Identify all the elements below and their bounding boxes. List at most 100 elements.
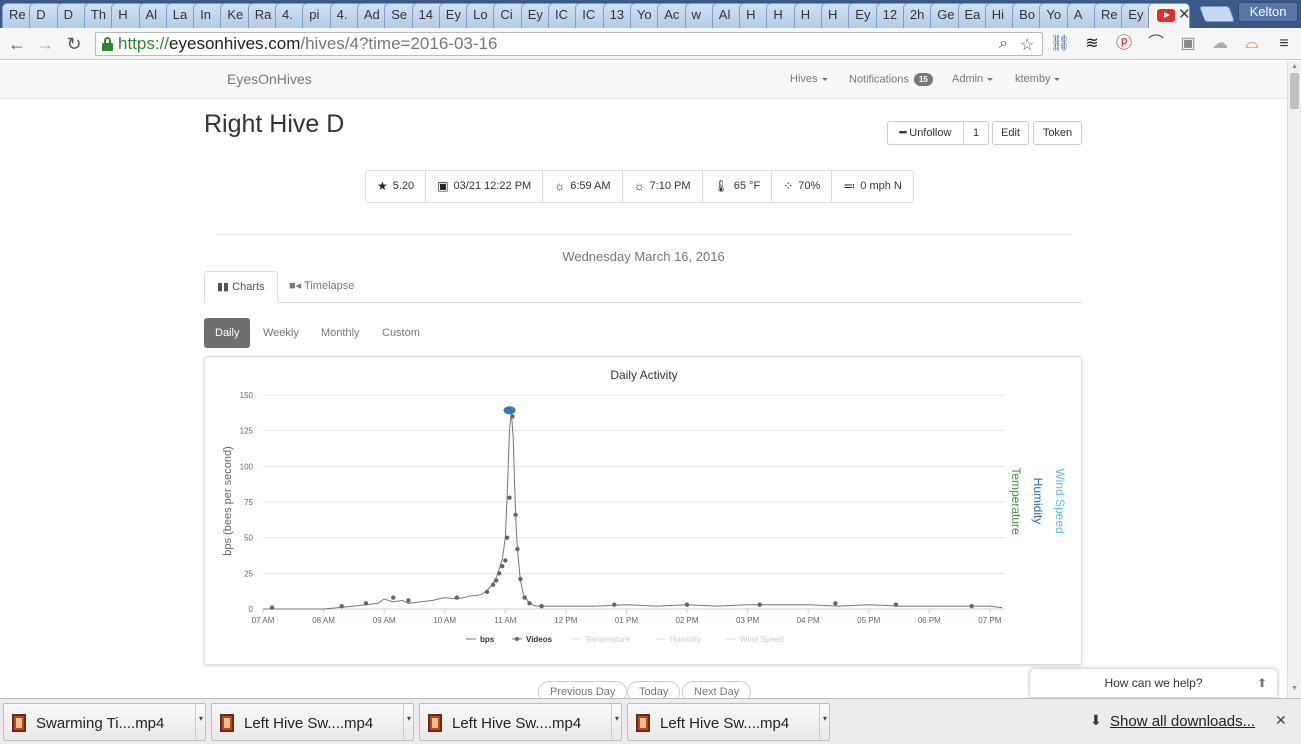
close-tab-icon[interactable]: ✕: [1178, 5, 1191, 23]
caret-down-icon: [821, 77, 828, 81]
stat-last-update-value: 03/21 12:22 PM: [453, 180, 532, 192]
stat-humidity-value: 70%: [798, 180, 821, 192]
browser-toolbar: ← → ↻ https://eyesonhives.com/hives/4?ti…: [0, 28, 1301, 60]
nav-hives[interactable]: Hives: [790, 73, 828, 85]
profile-button[interactable]: Kelton: [1238, 2, 1298, 22]
chart-series: [263, 406, 1003, 610]
extension-icon[interactable]: ▣: [1178, 34, 1198, 54]
chart-legend: bps Videos Temperature Humidity Wind Speed: [466, 635, 784, 644]
video-point: [391, 595, 396, 600]
sunset-icon: ☼: [633, 179, 645, 193]
period-daily[interactable]: Daily: [204, 318, 251, 348]
url-text[interactable]: https://eyesonhives.com/hives/4?time=201…: [118, 34, 497, 54]
help-label: How can we help?: [1104, 676, 1203, 690]
video-point: [612, 602, 617, 607]
download-menu-icon[interactable]: ▾: [403, 704, 414, 740]
star-icon: ★: [377, 179, 388, 193]
sunrise-icon: ☼: [554, 179, 566, 193]
video-point: [497, 571, 502, 576]
period-monthly[interactable]: Monthly: [310, 318, 371, 348]
video-point: [527, 601, 532, 606]
stat-last-update: ▣ 03/21 12:22 PM: [425, 171, 542, 202]
tab-timelapse[interactable]: ■◂ Timelapse: [277, 271, 366, 303]
hive-stats-bar: ★ 5.20 ▣ 03/21 12:22 PM ☼ 6:59 AM ☼ 7:10 PM …: [365, 170, 914, 203]
download-item[interactable]: Left Hive Sw....mp4 ▾: [211, 703, 414, 741]
period-custom[interactable]: Custom: [371, 318, 431, 348]
video-point: [454, 595, 460, 600]
y-tick-label: 50: [244, 534, 253, 543]
token-button[interactable]: Token: [1033, 121, 1082, 145]
extension-icon[interactable]: ⌒: [1146, 34, 1166, 54]
video-point: [500, 564, 505, 569]
y-tick-label: 25: [244, 569, 253, 578]
humidity-drops-icon: ⁘: [783, 179, 794, 193]
extension-icon[interactable]: ☁: [1210, 34, 1230, 54]
rainbow-extension-icon[interactable]: ⌓: [1242, 34, 1262, 54]
download-menu-icon[interactable]: ▾: [611, 704, 622, 740]
zoom-icon[interactable]: ⌕: [999, 35, 1008, 53]
bps-series-line: [263, 412, 1003, 610]
site-navbar: EyesOnHives Hives Notifications 15 Admin…: [0, 61, 1287, 99]
nav-hives-label: Hives: [790, 73, 818, 85]
close-shelf-icon[interactable]: ✕: [1275, 712, 1287, 729]
nav-admin[interactable]: Admin: [952, 73, 994, 85]
edit-button[interactable]: Edit: [992, 121, 1029, 145]
url-scheme: https://: [118, 34, 170, 53]
follow-count[interactable]: 1: [964, 121, 989, 145]
notifications-badge: 15: [913, 73, 933, 86]
bookmark-star-icon[interactable]: ☆: [1020, 35, 1034, 55]
nav-notifications-label: Notifications: [849, 73, 909, 86]
download-item[interactable]: Swarming Ti....mp4 ▾: [3, 703, 206, 741]
pinterest-icon[interactable]: ⓟ: [1114, 34, 1134, 54]
menu-icon[interactable]: ≡: [1274, 34, 1294, 54]
url-host: eyesonhives.com: [169, 34, 301, 53]
video-point: [513, 512, 518, 518]
video-file-icon: [12, 714, 26, 732]
download-menu-icon[interactable]: ▾: [195, 704, 206, 740]
wind-icon: ≕: [843, 179, 856, 193]
download-item[interactable]: Left Hive Sw....mp4 ▾: [627, 703, 830, 741]
download-menu-icon[interactable]: ▾: [819, 704, 830, 740]
period-weekly[interactable]: Weekly: [252, 318, 310, 348]
reload-icon[interactable]: ↻: [62, 32, 86, 56]
nav-user[interactable]: ktemby: [1015, 73, 1061, 85]
stat-wind-value: 0 mph N: [860, 180, 902, 192]
forward-icon[interactable]: →: [33, 32, 57, 56]
url-path: /hives/4?time=2016-03-16: [300, 34, 498, 53]
tab-charts-label: Charts: [232, 281, 265, 293]
x-tick-label: 02 PM: [675, 616, 698, 625]
x-tick-label: 10 AM: [433, 616, 456, 625]
tab-charts[interactable]: ▮▮ Charts: [204, 271, 278, 303]
scroll-up-icon[interactable]: ▲: [1291, 63, 1298, 70]
video-point: [833, 601, 838, 606]
page-scrollbar[interactable]: ▲ ▼: [1287, 61, 1301, 698]
download-filename: Left Hive Sw....mp4: [660, 715, 790, 732]
date-heading: Wednesday March 16, 2016: [562, 249, 725, 264]
scroll-thumb[interactable]: [1290, 73, 1299, 109]
x-tick-label: 11 AM: [494, 616, 516, 625]
download-item[interactable]: Left Hive Sw....mp4 ▾: [419, 703, 622, 741]
chart-title: Daily Activity: [610, 368, 677, 382]
video-point: [504, 535, 510, 540]
video-point: [363, 601, 369, 606]
right-axis-label-wind: Wind Speed: [1053, 468, 1067, 533]
scroll-down-icon[interactable]: ▼: [1291, 685, 1298, 692]
new-tab-button[interactable]: [1199, 6, 1235, 22]
legend-item: Temperature: [585, 635, 630, 644]
help-widget[interactable]: How can we help? ⬆: [1029, 668, 1278, 698]
link-extension-icon[interactable]: ⛓: [1050, 34, 1070, 54]
unfollow-button[interactable]: ━ Unfollow: [887, 121, 964, 145]
bar-chart-icon: ▮▮: [217, 281, 230, 293]
stat-sunset-value: 7:10 PM: [649, 180, 691, 192]
back-icon[interactable]: ←: [5, 32, 29, 56]
nav-notifications[interactable]: Notifications 15: [849, 73, 933, 86]
arrow-up-icon[interactable]: ⬆: [1257, 669, 1267, 697]
site-brand[interactable]: EyesOnHives: [227, 71, 312, 87]
y-tick-label: 125: [240, 427, 254, 436]
layers-extension-icon[interactable]: ≋: [1082, 34, 1102, 54]
x-tick-label: 12 PM: [554, 616, 577, 625]
address-bar[interactable]: https://eyesonhives.com/hives/4?time=201…: [95, 32, 1043, 56]
x-tick-label: 08 AM: [312, 616, 335, 625]
video-point: [684, 602, 690, 607]
show-all-downloads-link[interactable]: Show all downloads...: [1110, 713, 1255, 730]
